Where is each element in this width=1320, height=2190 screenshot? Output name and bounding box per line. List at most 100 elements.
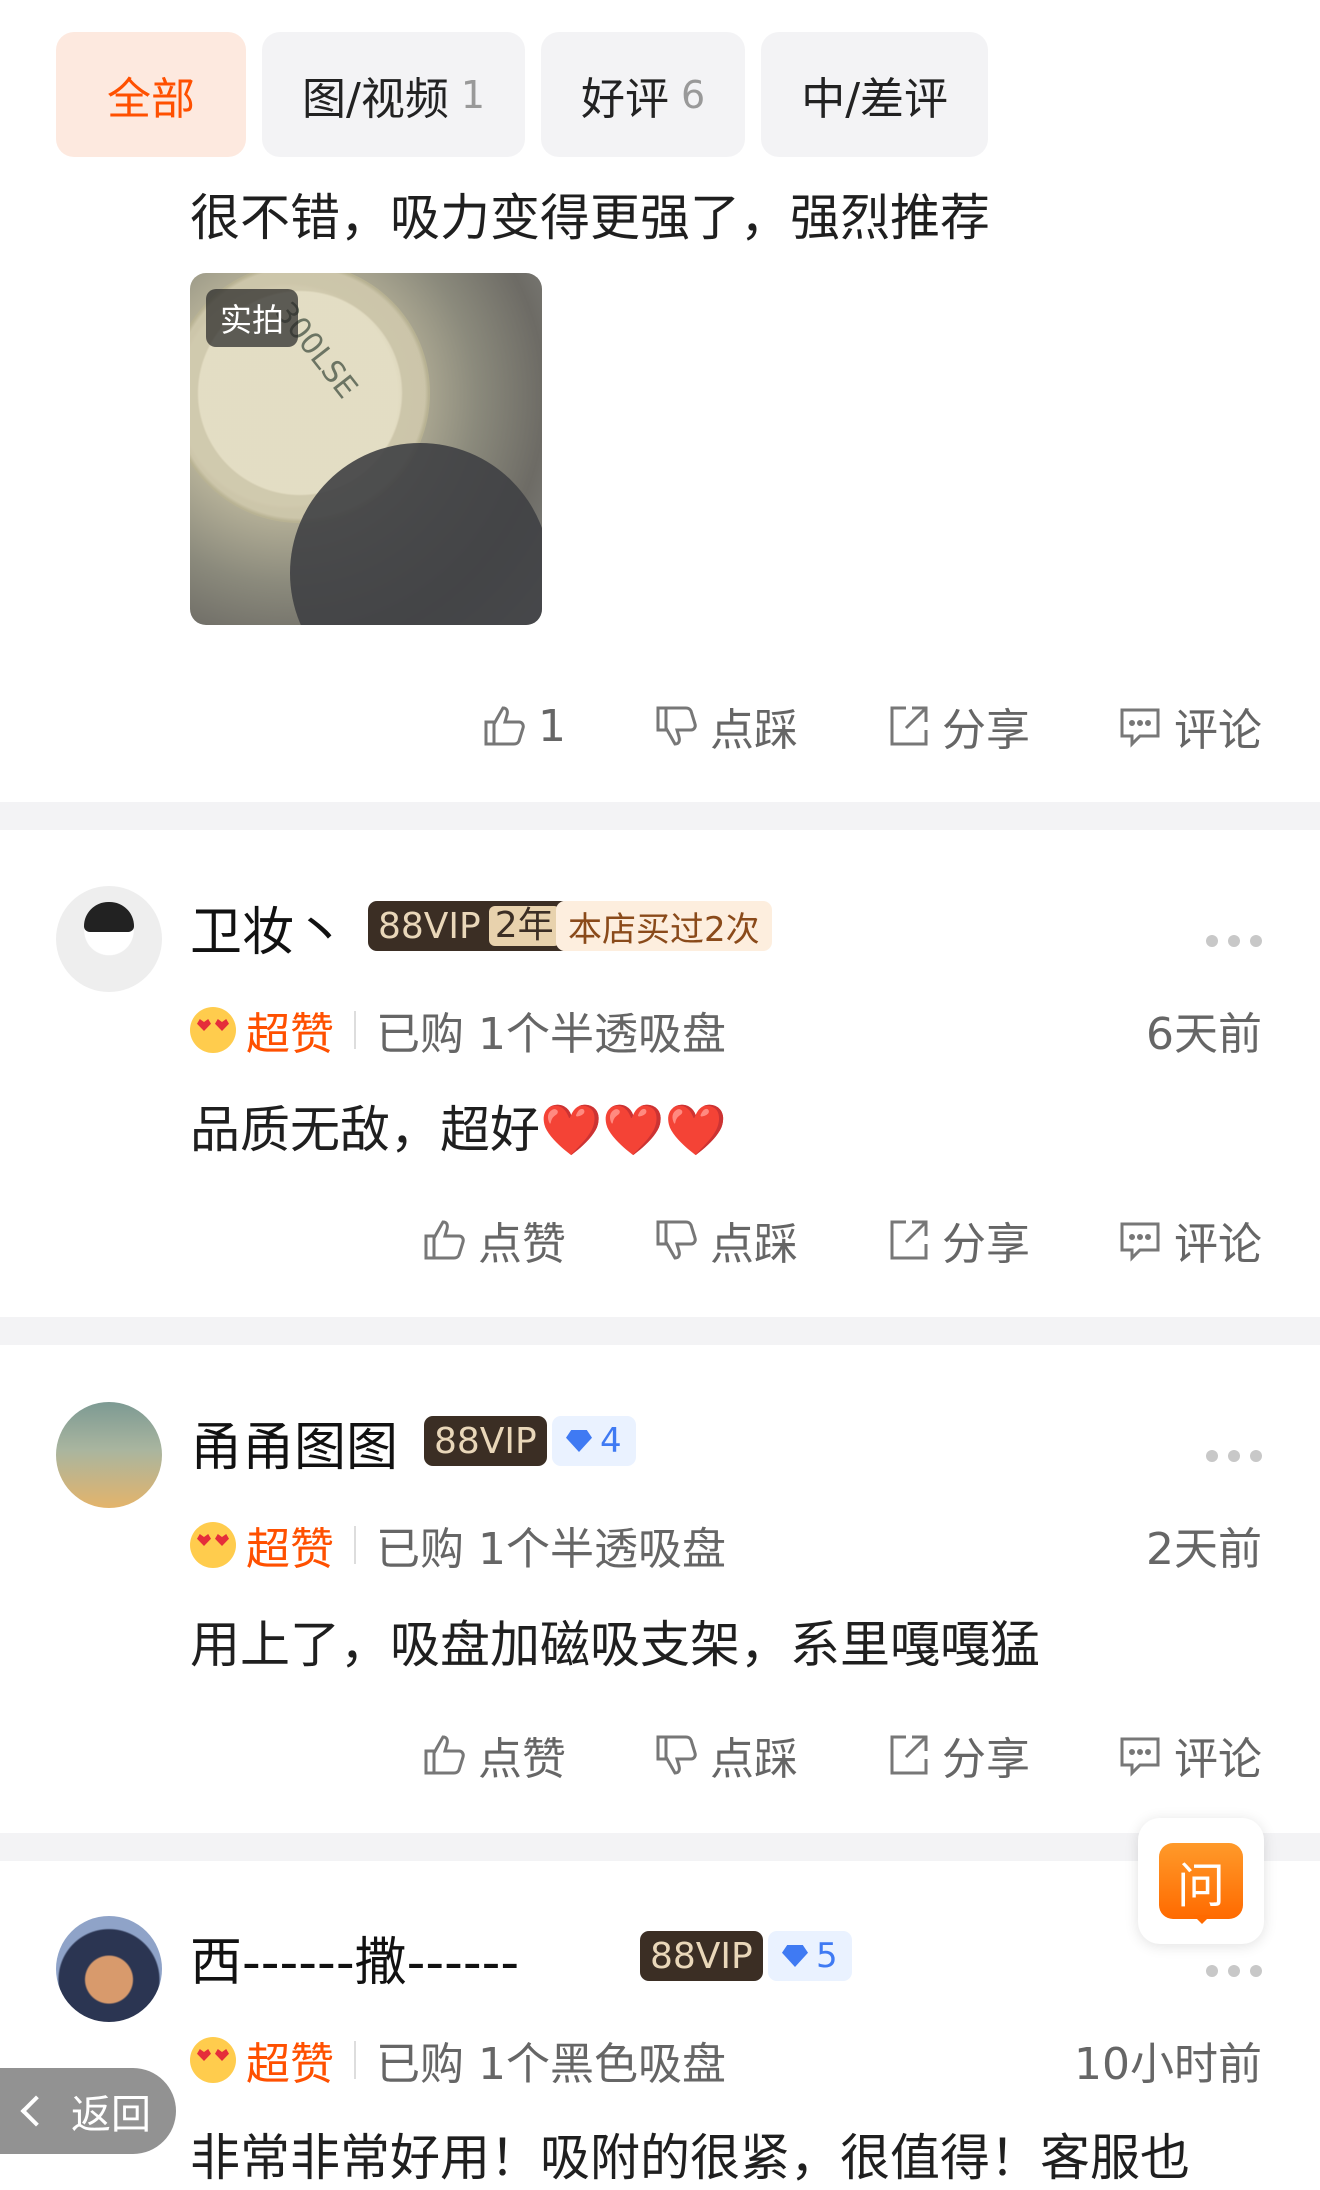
vip-label: 88VIP <box>434 1420 537 1462</box>
vip-badge: 88VIP <box>424 1416 547 1466</box>
member-level: 5 <box>816 1936 838 1976</box>
back-button[interactable]: 返回 <box>0 2068 176 2154</box>
avatar-hair <box>84 902 134 932</box>
thumbs-down-icon <box>656 1735 697 1775</box>
purchased-variant: 已购 1个半透吸盘 <box>376 1009 726 1060</box>
comment-icon <box>1120 1737 1160 1777</box>
share-button[interactable]: 分享 <box>884 1208 1030 1272</box>
review-meta: 超赞 已购 1个半透吸盘 <box>190 1513 726 1577</box>
heart-eyes-icon <box>190 2037 236 2083</box>
member-level: 4 <box>600 1421 622 1461</box>
share-label: 分享 <box>942 1734 1030 1785</box>
review-text: 用上了，吸盘加磁吸支架，系里嘎嘎猛 <box>190 1616 1040 1674</box>
repeat-buyer-badge: 本店买过2次 <box>556 901 772 951</box>
separator <box>354 1011 356 1049</box>
question-bubble-icon: 问 <box>1159 1843 1243 1924</box>
share-icon <box>890 1220 928 1260</box>
user-name[interactable]: 甬甬图图 <box>190 1405 398 1480</box>
separator <box>354 2041 356 2079</box>
thumbs-up-icon <box>424 1220 465 1260</box>
more-icon[interactable] <box>1206 1450 1262 1462</box>
thumbs-up-icon <box>424 1735 465 1775</box>
user-name[interactable]: 卫妆丶 <box>190 890 346 965</box>
divider <box>0 802 1320 830</box>
review-actions: 1 点踩 分享 评论 <box>394 694 1262 758</box>
tab-label: 好评 <box>581 73 670 125</box>
dislike-button[interactable]: 点踩 <box>652 1208 798 1272</box>
tab-label: 图/视频 <box>302 73 449 125</box>
comment-button[interactable]: 评论 <box>1116 694 1262 758</box>
tab-count: 1 <box>460 72 486 117</box>
review-text: 品质无敌，超好❤️❤️❤️ <box>190 1090 727 1162</box>
share-button[interactable]: 分享 <box>884 694 1030 758</box>
thumbs-down-icon <box>656 1220 697 1260</box>
member-level-badge: 4 <box>552 1416 636 1466</box>
review-time: 10小时前 <box>1074 2039 1262 2090</box>
dislike-button[interactable]: 点踩 <box>652 694 798 758</box>
vip-badge: 88VIP <box>640 1931 763 1981</box>
rating-label: 超赞 <box>246 1009 334 1060</box>
purchased-variant: 已购 1个黑色吸盘 <box>376 2039 726 2090</box>
comment-button[interactable]: 评论 <box>1116 1208 1262 1272</box>
avatar[interactable] <box>56 1916 162 2022</box>
chevron-left-icon <box>20 2095 52 2127</box>
tab-label: 中/差评 <box>801 73 949 125</box>
review-actions: 点赞 点踩 分享 评论 <box>334 1208 1262 1272</box>
ask-question-button[interactable]: 问 <box>1138 1818 1264 1944</box>
review-actions: 点赞 点踩 分享 评论 <box>334 1723 1262 1787</box>
diamond-icon <box>782 1945 808 1967</box>
filter-tabs: 全部 图/视频 1 好评 6 中/差评 <box>56 32 989 157</box>
photo-tag: 实拍 <box>206 289 299 347</box>
like-label: 点赞 <box>478 1219 566 1270</box>
vip-badge: 88VIP 2年 <box>368 901 570 951</box>
like-button[interactable]: 点赞 <box>420 1723 566 1787</box>
user-name[interactable]: 西------撒------ <box>190 1920 519 1995</box>
vip-label: 88VIP <box>378 905 481 947</box>
dislike-label: 点踩 <box>710 705 798 756</box>
comment-label: 评论 <box>1174 1734 1262 1785</box>
tab-all[interactable]: 全部 <box>56 32 246 157</box>
comment-icon <box>1120 1222 1160 1262</box>
tab-neutral-negative[interactable]: 中/差评 <box>761 32 989 157</box>
review-meta: 超赞 已购 1个半透吸盘 <box>190 998 726 1062</box>
review-meta: 超赞 已购 1个黑色吸盘 <box>190 2028 726 2092</box>
comment-label: 评论 <box>1174 705 1262 756</box>
divider <box>0 1833 1320 1861</box>
divider <box>0 1317 1320 1345</box>
thumbs-down-icon <box>656 706 697 746</box>
rating-label: 超赞 <box>246 2039 334 2090</box>
back-label: 返回 <box>71 2092 151 2138</box>
share-label: 分享 <box>942 1219 1030 1270</box>
dislike-label: 点踩 <box>710 1219 798 1270</box>
dislike-button[interactable]: 点踩 <box>652 1723 798 1787</box>
share-button[interactable]: 分享 <box>884 1723 1030 1787</box>
share-label: 分享 <box>942 705 1030 756</box>
rating-label: 超赞 <box>246 1524 334 1575</box>
tab-label: 全部 <box>107 73 195 125</box>
review-text: 很不错，吸力变得更强了，强烈推荐 <box>190 189 990 247</box>
avatar[interactable] <box>56 886 162 992</box>
tab-media[interactable]: 图/视频 1 <box>262 32 526 157</box>
more-icon[interactable] <box>1206 935 1262 947</box>
ask-label: 问 <box>1176 1858 1225 1914</box>
avatar[interactable] <box>56 1402 162 1508</box>
review-photo[interactable]: 300LSE 实拍 <box>190 273 542 625</box>
heart-eyes-icon <box>190 1522 236 1568</box>
review-time: 2天前 <box>1146 1524 1262 1575</box>
heart-eyes-icon <box>190 1007 236 1053</box>
like-button[interactable]: 点赞 <box>420 1208 566 1272</box>
review-text-body: 品质无敌，超好 <box>190 1101 540 1159</box>
comment-icon <box>1120 708 1160 748</box>
like-count: 1 <box>538 700 566 752</box>
like-label: 点赞 <box>478 1734 566 1785</box>
more-icon[interactable] <box>1206 1965 1262 1977</box>
tab-count: 6 <box>681 72 706 117</box>
review-text: 非常非常好用！吸附的很紧，很值得！客服也 <box>190 2129 1190 2187</box>
share-icon <box>890 1735 928 1775</box>
tab-positive[interactable]: 好评 6 <box>541 32 746 157</box>
share-icon <box>890 706 928 746</box>
purchased-variant: 已购 1个半透吸盘 <box>376 1524 726 1575</box>
like-button[interactable]: 1 <box>480 701 566 752</box>
comment-button[interactable]: 评论 <box>1116 1723 1262 1787</box>
vip-years: 2年 <box>488 906 560 946</box>
